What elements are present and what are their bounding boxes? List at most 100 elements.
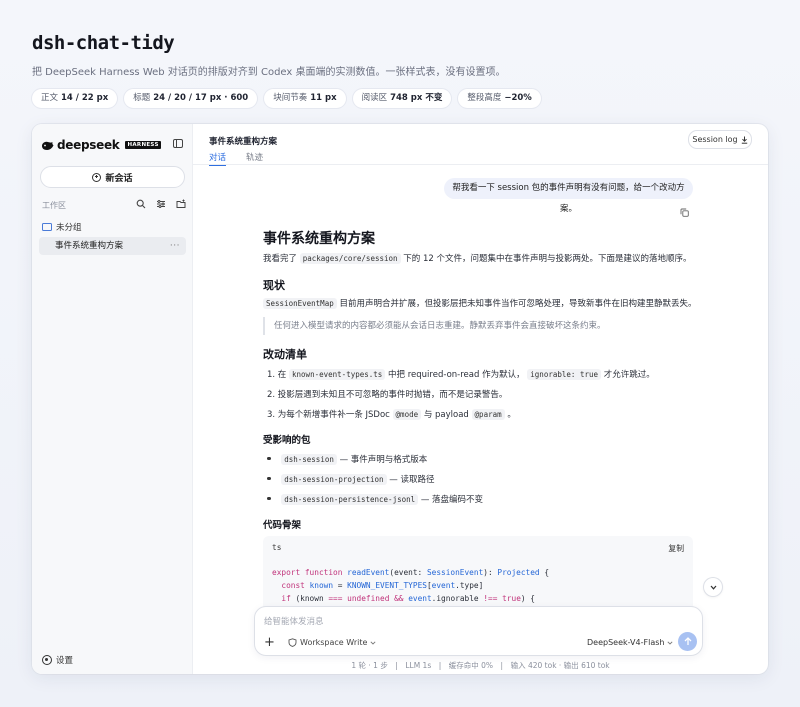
text: 3. 为每个新增事件补一条 JSDoc [267, 410, 390, 420]
page-title: dsh-chat-tidy [32, 32, 175, 54]
gear-icon [42, 655, 52, 665]
chip-value: 24 / 20 / 17 px · 600 [153, 93, 249, 103]
list-item: 3. 为每个新增事件补一条 JSDoc @mode 与 payload @par… [267, 408, 516, 420]
logo-text: deepseek [57, 138, 120, 152]
sidebar-toggle-icon[interactable] [173, 139, 183, 148]
code-block: ts 复制 export function readEvent(event: S… [263, 536, 693, 609]
chip-value: −20% [504, 93, 532, 103]
text: — 落盘编码不变 [420, 495, 484, 505]
chip-label: 整段高度 [467, 93, 502, 103]
arrow-up-icon [684, 637, 691, 645]
spec-chips: 正文 14 / 22 px 标题 24 / 20 / 17 px · 600 块间节… [32, 89, 541, 108]
text: — 事件声明与格式版本 [339, 455, 428, 465]
composer: 给智能体发消息 + Workspace Write DeepSeek-V4-Fl… [254, 606, 703, 656]
chip-reading: 阅读区 748 px 不变 [352, 89, 452, 108]
sidebar-item-session[interactable]: 事件系统重构方案 ··· [39, 237, 186, 255]
more-icon[interactable]: ··· [170, 237, 180, 255]
main-panel: 事件系统重构方案 对话 轨迹 Session log 帮我看一下 session… [193, 124, 768, 674]
text: 与 payload [423, 410, 469, 420]
send-button[interactable] [678, 632, 697, 651]
app-window: deepseek HARNESS 新会话 工作区 未分组 事件系统重构方案 ··… [32, 124, 768, 674]
tab-trace[interactable]: 轨迹 [246, 151, 263, 165]
page-description: 把 DeepSeek Harness Web 对话页的排版对齐到 Codex 桌… [32, 67, 506, 78]
chip-heading: 标题 24 / 20 / 17 px · 600 [124, 89, 258, 108]
session-log-button[interactable]: Session log [688, 130, 752, 149]
workspace-mode-select[interactable]: Workspace Write [288, 638, 376, 647]
logo: deepseek HARNESS [41, 138, 161, 152]
message-input[interactable]: 给智能体发消息 [264, 615, 324, 627]
workspace-actions [136, 199, 186, 209]
copy-icon[interactable] [680, 208, 689, 217]
model-label: DeepSeek-V4-Flash [587, 638, 665, 647]
bullet [267, 496, 271, 501]
chip-rhythm: 块间节奏 11 px [264, 89, 346, 108]
shield-icon [288, 638, 297, 647]
text: — 读取路径 [389, 475, 435, 485]
inline-code: dsh-session [281, 454, 337, 465]
tab-conversation[interactable]: 对话 [209, 151, 227, 166]
settings-label: 设置 [56, 656, 74, 666]
new-chat-button[interactable]: 新会话 [40, 166, 185, 188]
bullet [267, 456, 271, 461]
download-icon [741, 136, 747, 144]
heading-changes: 改动清单 [263, 348, 307, 361]
text: 我看完了 [263, 254, 298, 264]
inline-code: SessionEventMap [263, 298, 337, 309]
inline-code: dsh-session-projection [281, 474, 387, 485]
inline-code: packages/core/session [299, 253, 401, 264]
folder-icon [42, 223, 52, 231]
status-paragraph: SessionEventMap 目前用声明合并扩展，但投影层把未知事件当作可忽略… [263, 297, 696, 309]
text: 1. 在 [267, 370, 287, 380]
session-label: 事件系统重构方案 [55, 241, 124, 251]
inline-code: @mode [392, 409, 422, 420]
chevron-down-icon [370, 640, 376, 645]
text: 。 [507, 410, 516, 420]
chip-label: 标题 [133, 93, 151, 103]
session-log-label: Session log [692, 135, 738, 144]
list-item: dsh-session-projection — 读取路径 [267, 473, 434, 485]
list-item: 1. 在 known-event-types.ts 中把 required-on… [267, 368, 655, 380]
response-title: 事件系统重构方案 [263, 231, 375, 247]
plus-circle-icon [92, 172, 102, 182]
scroll-down-button[interactable] [704, 578, 722, 596]
chip-height: 整段高度 −20% [458, 89, 541, 108]
attach-button[interactable]: + [264, 636, 275, 649]
inline-code: ignorable: true [527, 369, 602, 380]
chip-label: 阅读区 [361, 93, 388, 103]
new-folder-icon[interactable] [176, 199, 186, 209]
main-header: 事件系统重构方案 对话 轨迹 Session log [193, 124, 768, 166]
chip-value: 748 px 不变 [390, 93, 443, 103]
copy-code-button[interactable]: 复制 [668, 543, 684, 554]
search-icon[interactable] [136, 199, 146, 209]
heading-affected: 受影响的包 [263, 435, 311, 446]
list-item: dsh-session-persistence-jsonl — 落盘编码不变 [267, 493, 483, 505]
filter-icon[interactable] [156, 199, 166, 209]
sidebar: deepseek HARNESS 新会话 工作区 未分组 事件系统重构方案 ··… [32, 124, 193, 674]
code-content: export function readEvent(event: Session… [272, 568, 550, 603]
code-language: ts [272, 543, 282, 552]
chip-label: 块间节奏 [273, 93, 308, 103]
new-chat-label: 新会话 [105, 173, 133, 184]
list-item: 2. 投影层遇到未知且不可忽略的事件时抛错，而不是记录警告。 [267, 390, 508, 400]
workspace-label: 工作区 [42, 201, 66, 210]
status-line: 1 轮 · 1 步 | LLM 1s | 缓存命中 0% | 输入 420 to… [351, 661, 610, 670]
settings-button[interactable]: 设置 [42, 654, 73, 666]
inline-code: @param [471, 409, 505, 420]
conversation-title: 事件系统重构方案 [209, 137, 278, 147]
whale-logo-icon [42, 141, 54, 150]
text: 目前用声明合并扩展，但投影层把未知事件当作可忽略处理，导致新事件在旧构建里静默丢… [339, 299, 697, 309]
sidebar-group-ungrouped[interactable]: 未分组 [42, 221, 82, 233]
inline-code: known-event-types.ts [289, 369, 386, 380]
blockquote: 任何进入模型请求的内容都必须能从会话日志重建。静默丢弃事件会直接破坏这条约束。 [263, 317, 693, 335]
chevron-down-icon [667, 640, 673, 645]
chevron-down-icon [710, 585, 716, 590]
intro-paragraph: 我看完了 packages/core/session 下的 12 个文件，问题集… [263, 252, 691, 264]
text: 中把 required-on-read 作为默认， [388, 370, 525, 380]
logo-badge: HARNESS [125, 141, 161, 149]
bullet [267, 476, 271, 481]
user-message: 帮我看一下 session 包的事件声明有没有问题，给一个改动方案。 [444, 178, 693, 214]
list-item: dsh-session — 事件声明与格式版本 [267, 453, 427, 465]
model-select[interactable]: DeepSeek-V4-Flash [587, 638, 673, 647]
chip-label: 正文 [41, 93, 59, 103]
inline-code: dsh-session-persistence-jsonl [281, 494, 419, 505]
